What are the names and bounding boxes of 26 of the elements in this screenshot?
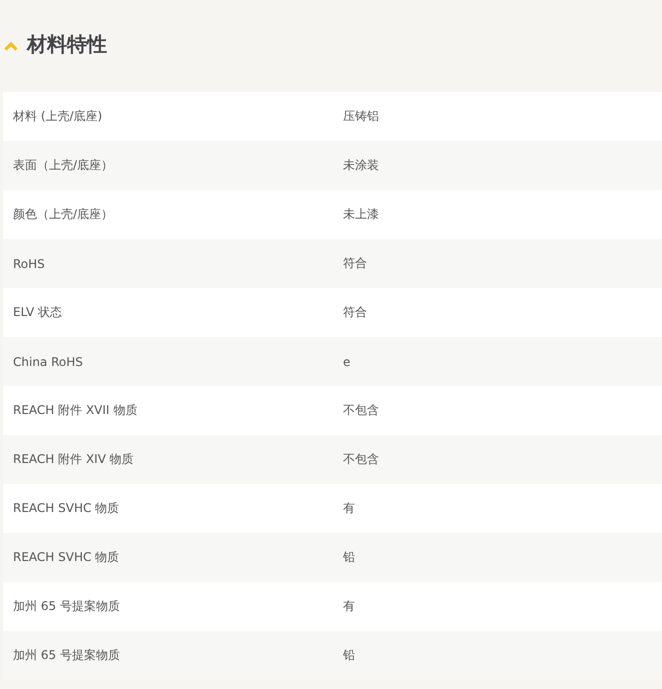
property-value: 铅 (342, 647, 355, 664)
property-value: 符合 (342, 255, 367, 272)
property-name: REACH SVHC 物质 (12, 549, 120, 566)
property-name: ELV 状态 (12, 304, 62, 321)
property-name: REACH SVHC 物质 (12, 500, 120, 517)
property-name: REACH 附件 XVII 物质 (12, 402, 138, 419)
property-value: 未涂装 (342, 157, 379, 174)
property-value: e (342, 354, 350, 368)
property-name: 材料 (上壳/底座) (12, 108, 102, 125)
property-value: 有 (342, 598, 355, 615)
property-value: 符合 (342, 304, 367, 321)
property-value: 不包含 (342, 402, 379, 419)
property-name: 颜色（上壳/底座） (12, 206, 114, 223)
property-value: 压铸铝 (342, 108, 379, 125)
property-value: 不包含 (342, 451, 379, 468)
property-name: China RoHS (12, 354, 83, 368)
chevron-icon[interactable] (4, 40, 18, 50)
property-name: REACH 附件 XIV 物质 (12, 451, 134, 468)
property-name: 加州 65 号提案物质 (12, 598, 120, 615)
property-value: 未上漆 (342, 206, 379, 223)
property-name: 表面（上壳/底座） (12, 157, 114, 174)
property-value: 铅 (342, 549, 355, 566)
section-title: 材料特性 (27, 31, 107, 58)
property-name: RoHS (12, 256, 45, 270)
property-name: 加州 65 号提案物质 (12, 647, 120, 664)
property-value: 有 (342, 500, 355, 517)
